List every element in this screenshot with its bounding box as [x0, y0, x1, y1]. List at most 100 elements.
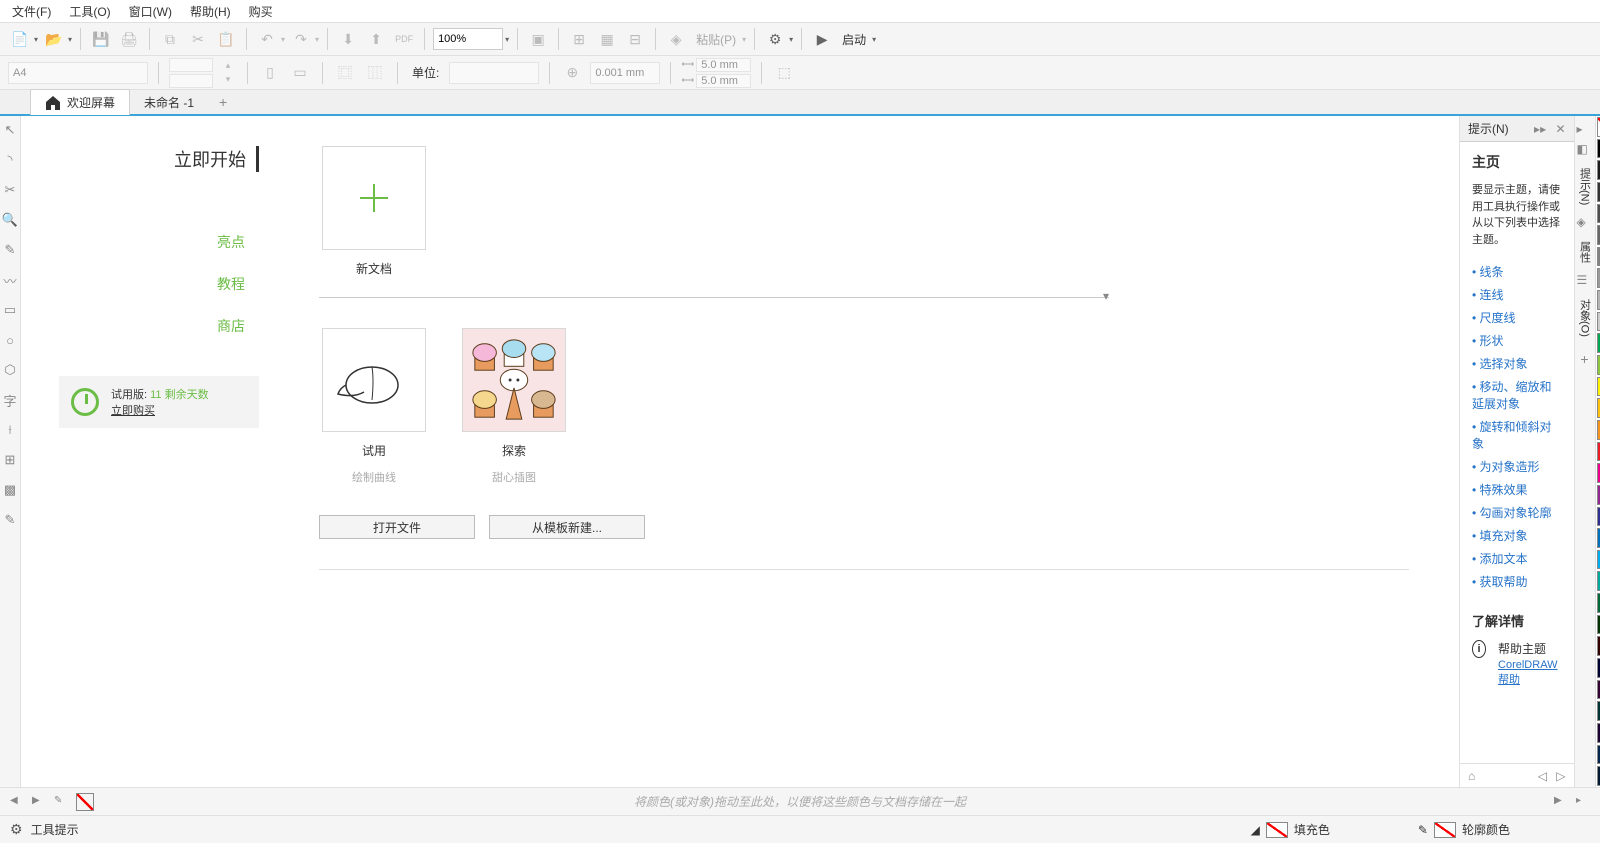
connector-tool-icon[interactable]: ⊞: [0, 450, 20, 470]
color-swatch[interactable]: [1597, 745, 1600, 765]
guides-icon[interactable]: ⊟: [623, 27, 647, 51]
zoom-combo[interactable]: [433, 28, 503, 50]
page-size-combo[interactable]: [8, 62, 148, 84]
docker-icon-2[interactable]: ◈: [1577, 215, 1593, 231]
color-swatch[interactable]: [1597, 701, 1600, 721]
page-width-spin[interactable]: [169, 58, 213, 72]
paste-dropdown[interactable]: 粘贴(P): [692, 31, 740, 48]
color-swatch[interactable]: [1597, 615, 1600, 635]
save-icon[interactable]: 💾: [89, 27, 113, 51]
ruler-icon[interactable]: ⊞: [567, 27, 591, 51]
stepper-up-icon[interactable]: ▴: [219, 59, 237, 73]
color-swatch[interactable]: [1597, 420, 1600, 440]
text-tool-icon[interactable]: 字: [0, 390, 20, 410]
coreldraw-help-link[interactable]: CorelDRAW 帮助: [1498, 659, 1558, 686]
color-swatch[interactable]: [1597, 160, 1600, 180]
dock-hints[interactable]: 提示(N): [1575, 162, 1595, 211]
new-from-template-button[interactable]: 从模板新建...: [489, 515, 645, 539]
eyedropper-icon[interactable]: ✎: [54, 795, 68, 809]
new-document-tile[interactable]: 新文档: [319, 146, 429, 277]
color-swatch[interactable]: [1597, 507, 1600, 527]
expand-dockers-icon[interactable]: ▸: [1577, 122, 1593, 138]
color-swatch[interactable]: [1597, 463, 1600, 483]
snap-icon[interactable]: ◈: [664, 27, 688, 51]
ellipse-tool-icon[interactable]: ○: [0, 330, 20, 350]
color-swatch[interactable]: [1597, 571, 1600, 591]
menu-tools[interactable]: 工具(O): [69, 3, 110, 20]
color-swatch[interactable]: [1597, 312, 1600, 332]
color-swatch[interactable]: [1597, 377, 1600, 397]
dock-properties[interactable]: 属性: [1575, 235, 1595, 269]
hints-topic-item[interactable]: 连线: [1472, 283, 1562, 306]
fullscreen-icon[interactable]: ▣: [526, 27, 550, 51]
buy-now-link[interactable]: 立即购买: [111, 405, 155, 417]
color-swatch[interactable]: [1597, 225, 1600, 245]
hints-topic-item[interactable]: 形状: [1472, 329, 1562, 352]
menu-help[interactable]: 帮助(H): [190, 3, 231, 20]
color-swatch[interactable]: [1597, 355, 1600, 375]
nav-highlights[interactable]: 亮点: [217, 232, 245, 252]
gear-icon[interactable]: ⚙: [10, 821, 23, 838]
clipboard-icon[interactable]: 📋: [214, 27, 238, 51]
open-icon[interactable]: 📂: [42, 27, 66, 51]
docker-icon-3[interactable]: ☰: [1577, 273, 1593, 289]
color-swatch[interactable]: [1597, 182, 1600, 202]
color-swatch[interactable]: [1597, 333, 1600, 353]
palette-prev-icon[interactable]: ◀: [10, 795, 24, 809]
freehand-tool-icon[interactable]: ✎: [0, 240, 20, 260]
color-swatch[interactable]: [1597, 528, 1600, 548]
print-icon[interactable]: 🖨: [117, 27, 141, 51]
section-divider[interactable]: [319, 297, 1109, 298]
hints-topic-item[interactable]: 选择对象: [1472, 352, 1562, 375]
dimension-tool-icon[interactable]: ⟊: [0, 420, 20, 440]
pdf-icon[interactable]: PDF: [392, 27, 416, 51]
pick-tool-icon[interactable]: ↖: [0, 120, 20, 140]
color-swatch[interactable]: [1597, 593, 1600, 613]
menu-file[interactable]: 文件(F): [12, 3, 51, 20]
stepper-down-icon[interactable]: ▾: [219, 73, 237, 87]
no-color-swatch-doc[interactable]: [76, 793, 94, 811]
tab-welcome[interactable]: 欢迎屏幕: [30, 89, 130, 115]
export-icon[interactable]: ⬆: [364, 27, 388, 51]
color-swatch[interactable]: [1597, 268, 1600, 288]
crop-tool-icon[interactable]: ✂: [0, 180, 20, 200]
add-docker-icon[interactable]: +: [1580, 351, 1588, 367]
current-page-icon[interactable]: ⿲: [363, 61, 387, 85]
zoom-tool-icon[interactable]: 🔍: [0, 210, 20, 230]
dup-y-input[interactable]: [696, 74, 751, 88]
hints-topic-item[interactable]: 旋转和倾斜对象: [1472, 415, 1562, 455]
dup-x-input[interactable]: [696, 58, 751, 72]
units-combo[interactable]: [449, 62, 539, 84]
new-doc-icon[interactable]: 📄: [8, 27, 32, 51]
color-swatch[interactable]: [1597, 398, 1600, 418]
copy-icon[interactable]: ⧉: [158, 27, 182, 51]
hints-topic-item[interactable]: 添加文本: [1472, 547, 1562, 570]
transparency-tool-icon[interactable]: ▩: [0, 480, 20, 500]
palette-next-icon[interactable]: ▶: [32, 795, 46, 809]
color-swatch[interactable]: [1597, 290, 1600, 310]
palette-menu-icon[interactable]: ▸: [1576, 795, 1590, 809]
page-height-spin[interactable]: [169, 74, 213, 88]
hints-topic-item[interactable]: 勾画对象轮廓: [1472, 501, 1562, 524]
shape-tool-icon[interactable]: ◝: [0, 150, 20, 170]
launch-icon[interactable]: ▶: [810, 27, 834, 51]
panel-forward-icon[interactable]: ▷: [1556, 769, 1565, 783]
nav-store[interactable]: 商店: [217, 316, 245, 336]
tab-untitled[interactable]: 未命名 -1: [130, 89, 208, 115]
color-swatch[interactable]: [1597, 550, 1600, 570]
hints-topic-item[interactable]: 移动、缩放和延展对象: [1472, 375, 1562, 415]
collapse-icon[interactable]: ▸▸: [1534, 122, 1546, 136]
nav-tutorials[interactable]: 教程: [217, 274, 245, 294]
nudge-input[interactable]: [590, 62, 660, 84]
curve-tool-icon[interactable]: 〰: [0, 270, 20, 290]
polygon-tool-icon[interactable]: ⬡: [0, 360, 20, 380]
trial-tile[interactable]: 试用 绘制曲线: [319, 328, 429, 485]
hints-topic-item[interactable]: 线条: [1472, 260, 1562, 283]
explore-tile[interactable]: 探索 甜心插图: [459, 328, 569, 485]
eyedropper-tool-icon[interactable]: ✎: [0, 510, 20, 530]
add-tab-button[interactable]: +: [214, 93, 232, 111]
color-swatch[interactable]: [1597, 442, 1600, 462]
launch-dropdown[interactable]: 启动: [838, 31, 870, 48]
nudge-icon[interactable]: ⊕: [560, 61, 584, 85]
landscape-icon[interactable]: ▭: [288, 61, 312, 85]
